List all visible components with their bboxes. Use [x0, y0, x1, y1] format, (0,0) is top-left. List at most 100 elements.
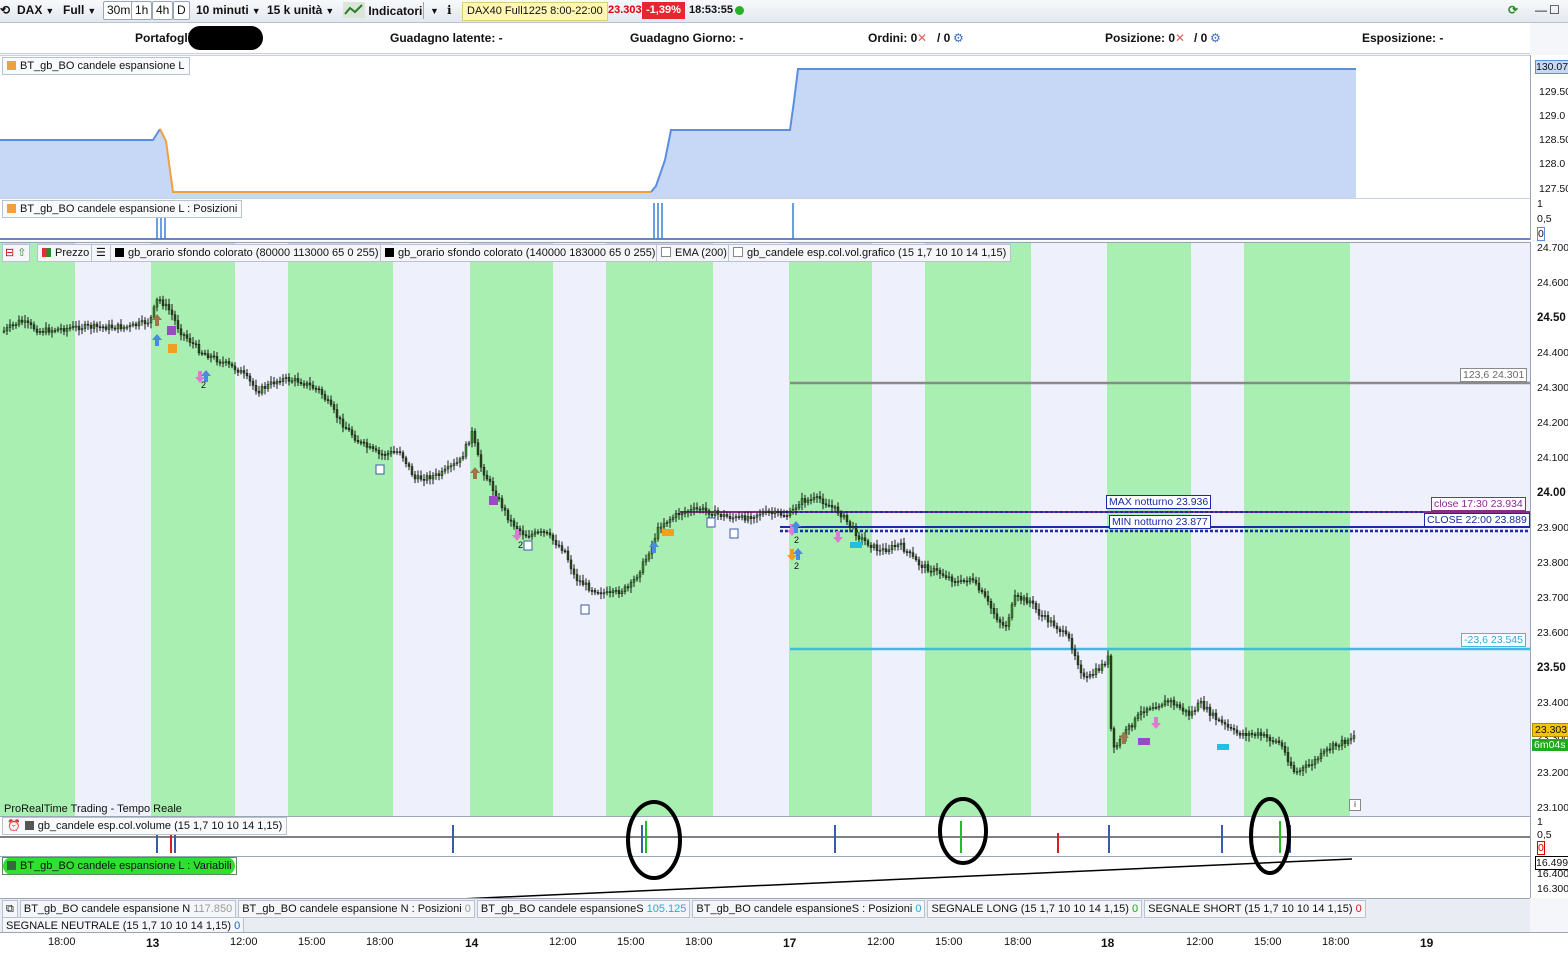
candle-body	[467, 442, 471, 445]
position-count-b: / 0	[1194, 31, 1208, 45]
tf-1h-button[interactable]: 1h	[131, 1, 153, 20]
candle-body	[104, 326, 108, 330]
indicators-dropdown[interactable]: ▼	[423, 2, 442, 19]
candle-body	[440, 470, 444, 476]
candle-body	[920, 564, 924, 568]
instrument-selector[interactable]: DAX ▼	[14, 2, 57, 19]
legend-list-icon[interactable]: ☰	[91, 244, 111, 262]
equity-panel-title[interactable]: BT_gb_BO candele espansione L	[2, 57, 190, 75]
link-icon[interactable]: ⟲	[0, 2, 10, 19]
equity-axis-label: 128.0	[1539, 158, 1566, 170]
candle-body	[1256, 732, 1260, 736]
strategy-legend-item[interactable]: SEGNALE LONG (15 1,7 10 10 14 1,15) 0	[927, 900, 1143, 918]
candle-body	[941, 573, 945, 576]
checkbox-icon[interactable]	[661, 247, 671, 257]
maximize-icon[interactable]: ☐	[1546, 2, 1563, 19]
candle-body	[683, 511, 687, 514]
units-selector[interactable]: 15 k unità ▼	[264, 2, 337, 19]
candle-body	[482, 467, 486, 476]
equity-axis-label: 129.50	[1539, 86, 1568, 98]
candle-body	[527, 535, 531, 538]
candle-body	[449, 465, 453, 468]
candle-body	[680, 513, 684, 516]
variables-panel[interactable]: BT_gb_BO candele espansione L : Variabil…	[0, 856, 1530, 899]
volume-panel[interactable]: ⏰ gb_candele esp.col.volume (15 1,7 10 10…	[0, 816, 1530, 857]
remove-icon[interactable]: ⊟	[5, 247, 14, 259]
candle-body	[725, 514, 729, 517]
candle-body	[1025, 597, 1029, 604]
candle-body	[815, 496, 819, 498]
realtime-footer: ProRealTime Trading - Tempo Reale	[4, 803, 182, 815]
candle-body	[44, 327, 48, 333]
alarm-icon[interactable]: ⏰	[7, 820, 21, 832]
tf-4h-button[interactable]: 4h	[152, 1, 174, 20]
strategy-legend-item[interactable]: BT_gb_BO candele espansioneS : Posizioni…	[692, 900, 926, 918]
info-icon[interactable]: i	[1349, 799, 1361, 811]
tf-daily-button[interactable]: D	[173, 1, 190, 20]
candle-body	[983, 591, 987, 597]
strategy-legend-item[interactable]: BT_gb_BO candele espansioneS 105.125	[476, 900, 691, 918]
candle-body	[11, 324, 15, 327]
close-position-icon[interactable]: ✕	[1175, 31, 1185, 45]
candle-body	[812, 497, 816, 500]
change-badge: -1,39%	[642, 2, 685, 19]
candle-body	[233, 365, 237, 371]
cancel-orders-icon[interactable]: ✕	[917, 31, 927, 45]
variables-panel-title[interactable]: BT_gb_BO candele espansione L : Variabil…	[2, 857, 237, 875]
interval-selector[interactable]: 10 minuti ▼	[193, 2, 264, 19]
candle-body	[587, 582, 591, 591]
legend-price[interactable]: Prezzo	[37, 244, 95, 262]
legend-bg-1[interactable]: gb_orario sfondo colorato (80000 113000 …	[110, 244, 384, 262]
signal-square-icon	[167, 326, 176, 335]
candle-body	[182, 334, 186, 337]
orders-gear-icon[interactable]: ⚙	[953, 31, 964, 45]
candle-body	[1223, 722, 1227, 725]
data-mode-selector[interactable]: Full ▼	[60, 2, 99, 19]
volume-panel-title[interactable]: ⏰ gb_candele esp.col.volume (15 1,7 10 10…	[2, 817, 288, 835]
legend-ema[interactable]: EMA (200)	[656, 244, 732, 262]
candle-body	[443, 468, 447, 472]
positions-panel[interactable]: BT_gb_BO candele espansione L : Posizion…	[0, 198, 1530, 241]
candle-body	[617, 590, 621, 595]
candle-body	[668, 519, 672, 523]
symbol-info: DAX40 Full1225 8:00-22:00	[462, 2, 608, 21]
candle-body	[926, 564, 930, 572]
positions-panel-title[interactable]: BT_gb_BO candele espansione L : Posizion…	[2, 200, 243, 218]
up-arrow-icon[interactable]: ⇧	[17, 247, 26, 259]
candle-body	[626, 586, 630, 589]
candle-body	[257, 390, 261, 394]
candle-body	[824, 503, 828, 506]
candle-body	[986, 595, 990, 602]
window-icon[interactable]: ⧉	[2, 900, 18, 918]
legend-controls[interactable]: ⊟ ⇧	[2, 244, 30, 262]
tf-30m-button[interactable]: 30m	[103, 1, 135, 20]
refresh-icon[interactable]: ⟳	[1505, 2, 1521, 19]
checkbox-icon[interactable]	[733, 247, 743, 257]
strategy-legend-item[interactable]: BT_gb_BO candele espansione N 117.850	[19, 900, 237, 918]
price-panel[interactable]: 123,6 24.301 -23,6 23.545 MAX notturno 2…	[0, 242, 1530, 817]
candle-body	[1310, 764, 1314, 766]
legend-bg-2[interactable]: gb_orario sfondo colorato (140000 183000…	[380, 244, 661, 262]
legend-candle-vol[interactable]: gb_candele esp.col.vol.grafico (15 1,7 1…	[728, 244, 1012, 262]
candle-body	[446, 466, 450, 470]
variables-axis-label: 16.300	[1537, 883, 1568, 895]
candle-body	[212, 355, 216, 358]
indicators-button[interactable]: Indicatori	[340, 2, 425, 19]
candle-body	[152, 306, 156, 318]
candle-body	[509, 519, 513, 522]
equity-panel[interactable]: BT_gb_BO candele espansione L	[0, 55, 1530, 199]
time-axis-label: 12:00	[230, 936, 258, 948]
strategy-legend-item[interactable]: SEGNALE SHORT (15 1,7 10 10 14 1,15) 0	[1144, 900, 1366, 918]
candle-body	[995, 613, 999, 620]
candle-body	[65, 328, 69, 332]
candle-body	[728, 516, 732, 519]
chevron-down-icon: ▼	[325, 6, 335, 16]
price-axis-label: 23.800	[1537, 557, 1568, 569]
marker-count: 2	[794, 535, 800, 545]
candle-body	[629, 582, 633, 588]
candle-body	[1004, 625, 1008, 627]
candle-body	[977, 582, 981, 591]
strategy-legend-item[interactable]: BT_gb_BO candele espansione N : Posizion…	[238, 900, 475, 918]
position-gear-icon[interactable]: ⚙	[1210, 31, 1221, 45]
info-icon[interactable]: ℹ	[444, 2, 455, 19]
